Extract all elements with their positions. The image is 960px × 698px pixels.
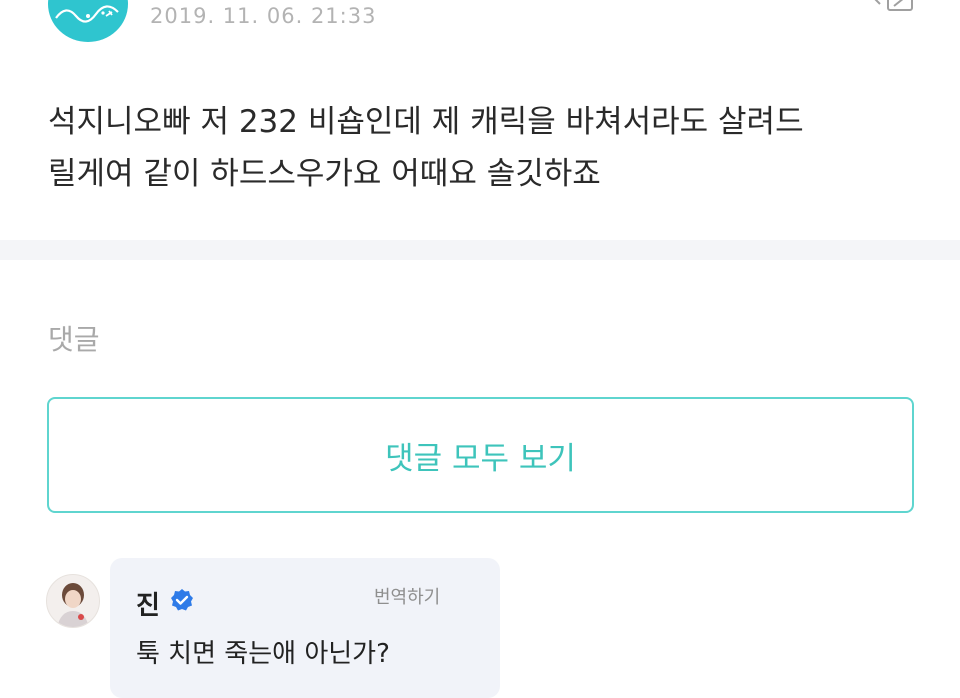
author-avatar[interactable]: [48, 0, 128, 42]
post-body-line: 릴게여 같이 하드스우가요 어때요 솔깃하죠: [48, 156, 601, 192]
post-timestamp: 2019. 11. 06. 21:33: [150, 4, 377, 28]
section-divider: [0, 240, 960, 260]
verified-badge-icon: [171, 589, 193, 611]
post-header: 2019. 11. 06. 21:33: [0, 0, 960, 60]
translate-button[interactable]: 번역하기: [374, 583, 440, 609]
commenter-avatar[interactable]: [46, 574, 100, 628]
comment-text: 툭 치면 죽는애 아닌가?: [136, 639, 390, 669]
share-icon[interactable]: [858, 0, 914, 18]
post-body-line: 석지니오빠 저 232 비숍인데 제 캐릭을 바쳐서라도 살려드: [48, 104, 804, 140]
comments-section-title: 댓글: [48, 323, 100, 356]
comment-author[interactable]: 진: [136, 585, 160, 622]
view-all-comments-button[interactable]: 댓글 모두 보기: [47, 397, 914, 513]
comment-item: 진 번역하기 툭 치면 죽는애 아닌가?: [0, 558, 960, 698]
comment-bubble: 진 번역하기 툭 치면 죽는애 아닌가?: [110, 558, 500, 698]
post-body: 석지니오빠 저 232 비숍인데 제 캐릭을 바쳐서라도 살려드 릴게여 같이 …: [48, 96, 918, 200]
